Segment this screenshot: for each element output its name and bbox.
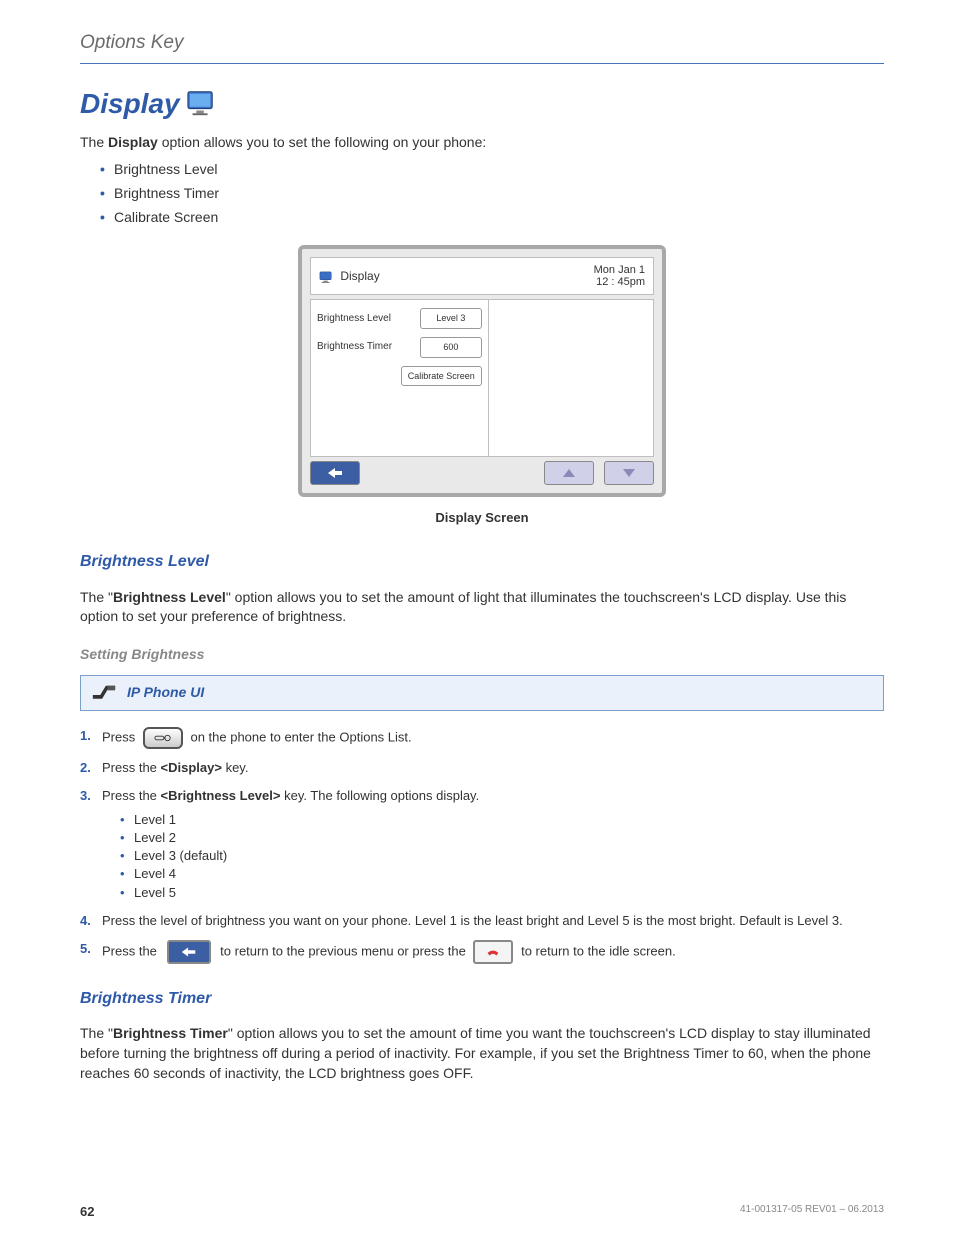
brightness-timer-paragraph: The "Brightness Timer" option allows you… bbox=[80, 1024, 884, 1083]
options-key-icon bbox=[143, 727, 183, 749]
phone-header: Display Mon Jan 1 12 : 45pm bbox=[310, 257, 654, 295]
label: Brightness Timer bbox=[317, 340, 392, 354]
brightness-timer-button[interactable]: 600 bbox=[420, 337, 482, 358]
list-item: Level 3 (default) bbox=[120, 847, 884, 865]
text-bold: Brightness Timer bbox=[113, 1025, 228, 1041]
text-bold: Brightness Level bbox=[113, 589, 226, 605]
back-button[interactable] bbox=[310, 461, 360, 485]
list-item: Brightness Level bbox=[100, 160, 884, 180]
setting-brightness-heading: Setting Brightness bbox=[80, 645, 884, 665]
phone-header-title: Display bbox=[319, 268, 380, 285]
figure: Display Mon Jan 1 12 : 45pm Brightness L… bbox=[80, 245, 884, 527]
phone-body-left: Brightness Level Level 3 Brightness Time… bbox=[311, 300, 489, 455]
ip-phone-ui-label: IP Phone UI bbox=[127, 683, 204, 703]
intro-paragraph: The Display option allows you to set the… bbox=[80, 133, 884, 153]
step-2: Press the <Display> key. bbox=[80, 759, 884, 777]
text: Press the bbox=[102, 760, 161, 775]
phone-datetime: Mon Jan 1 12 : 45pm bbox=[594, 264, 645, 288]
text: Press the bbox=[102, 788, 161, 803]
list-item: Level 5 bbox=[120, 884, 884, 902]
phone-footer bbox=[310, 461, 654, 486]
nav-group bbox=[544, 461, 654, 486]
figure-caption: Display Screen bbox=[80, 509, 884, 527]
list-item: Brightness Timer bbox=[100, 184, 884, 204]
list-item: Level 4 bbox=[120, 865, 884, 883]
brightness-level-button[interactable]: Level 3 bbox=[420, 308, 482, 329]
page-title: Display bbox=[80, 84, 216, 123]
text-bold: <Brightness Level> bbox=[161, 788, 281, 803]
text: The " bbox=[80, 1025, 113, 1041]
phone-body-right bbox=[489, 300, 653, 455]
text: on the phone to enter the Options List. bbox=[190, 729, 411, 744]
text: to return to the previous menu or press … bbox=[220, 943, 469, 958]
text: Press the bbox=[102, 943, 161, 958]
phone-body: Brightness Level Level 3 Brightness Time… bbox=[310, 299, 654, 456]
phone-date: Mon Jan 1 bbox=[594, 264, 645, 276]
brightness-level-row: Brightness Level Level 3 bbox=[317, 308, 482, 329]
text: The bbox=[80, 134, 108, 150]
monitor-icon bbox=[186, 88, 216, 118]
brightness-level-paragraph: The "Brightness Level" option allows you… bbox=[80, 588, 884, 627]
monitor-icon bbox=[319, 271, 333, 283]
down-button[interactable] bbox=[604, 461, 654, 485]
calibrate-screen-button[interactable]: Calibrate Screen bbox=[401, 366, 482, 387]
brightness-level-heading: Brightness Level bbox=[80, 551, 884, 573]
text: key. bbox=[222, 760, 249, 775]
page-footer: 62 41-001317-05 REV01 – 06.2013 bbox=[80, 1203, 884, 1221]
step-5: Press the to return to the previous menu… bbox=[80, 940, 884, 964]
step-3: Press the <Brightness Level> key. The fo… bbox=[80, 787, 884, 902]
breadcrumb: Options Key bbox=[80, 30, 884, 64]
text: key. The following options display. bbox=[280, 788, 479, 803]
ip-phone-ui-box: IP Phone UI bbox=[80, 675, 884, 711]
back-arrow-icon bbox=[167, 940, 211, 964]
doc-id: 41-001317-05 REV01 – 06.2013 bbox=[740, 1203, 884, 1221]
up-button[interactable] bbox=[544, 461, 594, 485]
list-item: Calibrate Screen bbox=[100, 208, 884, 228]
page-number: 62 bbox=[80, 1203, 94, 1221]
list-item: Level 1 bbox=[120, 811, 884, 829]
page-title-text: Display bbox=[80, 84, 180, 123]
phone-icon bbox=[91, 682, 117, 704]
text-bold: Display bbox=[108, 134, 158, 150]
text-bold: <Display> bbox=[161, 760, 222, 775]
text: option allows you to set the following o… bbox=[158, 134, 486, 150]
end-call-icon bbox=[473, 940, 513, 964]
brightness-timer-row: Brightness Timer 600 bbox=[317, 337, 482, 358]
steps-list: Press on the phone to enter the Options … bbox=[80, 727, 884, 965]
phone-time: 12 : 45pm bbox=[596, 276, 645, 288]
text: The " bbox=[80, 589, 113, 605]
step-1: Press on the phone to enter the Options … bbox=[80, 727, 884, 749]
brightness-timer-heading: Brightness Timer bbox=[80, 988, 884, 1010]
levels-list: Level 1 Level 2 Level 3 (default) Level … bbox=[120, 811, 884, 902]
step-4: Press the level of brightness you want o… bbox=[80, 912, 884, 930]
feature-list: Brightness Level Brightness Timer Calibr… bbox=[100, 160, 884, 227]
text: Press bbox=[102, 729, 139, 744]
list-item: Level 2 bbox=[120, 829, 884, 847]
text: to return to the idle screen. bbox=[521, 943, 676, 958]
calibrate-row: Calibrate Screen bbox=[317, 366, 482, 387]
label: Brightness Level bbox=[317, 312, 391, 326]
phone-screen-mockup: Display Mon Jan 1 12 : 45pm Brightness L… bbox=[298, 245, 666, 497]
text: Display bbox=[340, 269, 379, 283]
